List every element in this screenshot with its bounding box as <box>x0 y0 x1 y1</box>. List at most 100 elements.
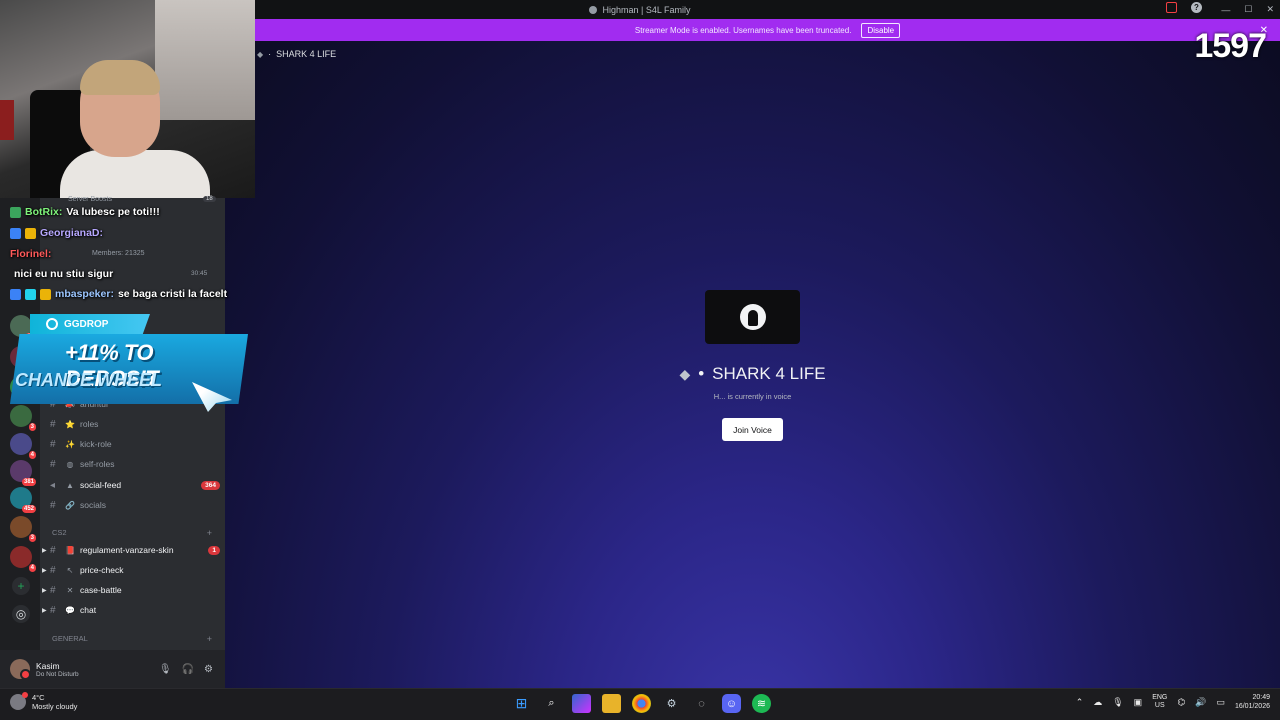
sponsor-ad-overlay: GGDROP +11% TO DEPOSIT CHANCE WHEEL <box>10 312 250 417</box>
channel-emoji: ⭐ <box>65 419 75 429</box>
headphones-icon[interactable]: 🎧 <box>182 664 194 675</box>
channel-emoji: ✕ <box>66 585 74 595</box>
channel-socials[interactable]: # 🔗 socials <box>50 497 220 513</box>
hash-icon: # <box>50 564 56 576</box>
volume-icon[interactable]: 🔊 <box>1195 697 1206 708</box>
chat-user: Florinel: <box>10 248 52 260</box>
hash-icon: # <box>50 604 56 616</box>
hash-icon: # <box>50 418 56 430</box>
language-indicator[interactable]: ENG US <box>1152 694 1167 711</box>
close-icon[interactable]: ✕ <box>1266 4 1274 15</box>
channel-label: roles <box>80 419 99 429</box>
add-channel-icon[interactable]: + <box>207 528 212 538</box>
inbox-icon[interactable] <box>1166 2 1177 13</box>
username: Kasim <box>36 660 60 671</box>
chat-message: BotRix: Va lubesc pe toti!!! <box>10 206 160 218</box>
windows-start-icon[interactable]: ⊞ <box>512 694 531 713</box>
channel-emoji: 📕 <box>65 545 75 555</box>
gear-icon[interactable]: ⚙ <box>204 664 213 675</box>
announcement-icon: ◂ <box>50 479 56 491</box>
discover-icon[interactable]: ◎ <box>12 605 30 623</box>
voice-channel-title: ◆ • SHARK 4 LIFE <box>225 364 1280 384</box>
file-explorer-icon[interactable] <box>602 694 621 713</box>
weather-widget[interactable]: 4°C Mostly cloudy <box>10 692 78 711</box>
chrome-icon[interactable] <box>632 694 651 713</box>
add-server-icon[interactable]: + <box>12 577 30 595</box>
weather-condition: Mostly cloudy <box>32 702 78 711</box>
chat-badge-icon <box>40 288 51 300</box>
copilot-icon[interactable] <box>572 694 591 713</box>
minimize-icon[interactable]: — <box>1221 5 1230 15</box>
channel-emoji: ✨ <box>65 439 75 449</box>
channel-emoji: ↖ <box>66 565 74 575</box>
channel-label: self-roles <box>80 459 115 469</box>
title-separator: • <box>698 364 705 383</box>
channel-emoji: ◍ <box>66 459 74 469</box>
chat-message: Florinel: <box>10 248 55 260</box>
category-label: CS2 <box>52 528 67 537</box>
server-icon[interactable]: 381 <box>10 460 36 486</box>
channel-price-check[interactable]: ▶ # ↖ price-check <box>42 562 220 578</box>
chat-text: nici eu nu stiu sigur <box>14 268 114 280</box>
chat-badge-icon <box>10 227 21 239</box>
category-label: GENERAL <box>52 634 88 643</box>
thread-arrow-icon: ▶ <box>42 567 47 574</box>
server-icon[interactable]: 4 <box>10 546 36 572</box>
channel-chat[interactable]: ▶ # 💬 chat <box>42 602 220 618</box>
chat-badge-icon <box>10 206 21 218</box>
chat-user: mbaspeker: <box>55 288 114 300</box>
channel-kick-role[interactable]: # ✨ kick-role <box>50 436 220 452</box>
breadcrumb: ◆ · SHARK 4 LIFE <box>257 49 336 59</box>
chat-badge-icon <box>25 288 36 300</box>
join-voice-button[interactable]: Join Voice <box>722 418 783 441</box>
server-icon[interactable]: 3 <box>10 516 36 542</box>
channel-case-battle[interactable]: ▶ # ✕ case-battle <box>42 582 220 598</box>
search-icon[interactable]: ⌕ <box>542 694 561 713</box>
thread-arrow-icon: ▶ <box>42 587 47 594</box>
stream-counter: 1597 <box>1194 27 1267 65</box>
channel-self-roles[interactable]: # ◍ self-roles <box>50 456 220 472</box>
faceit-icon[interactable]: ◌ <box>692 694 711 713</box>
steam-icon[interactable]: ⚙ <box>662 694 681 713</box>
category-general[interactable]: GENERAL + <box>52 634 212 644</box>
disable-streamer-mode-button[interactable]: Disable <box>861 22 901 38</box>
channel-label: price-check <box>80 565 124 575</box>
server-icon[interactable]: 4 <box>10 433 36 459</box>
help-icon[interactable]: ? <box>1191 2 1202 13</box>
chat-message: nici eu nu stiu sigur <box>10 268 113 280</box>
category-cs2[interactable]: CS2 + <box>52 528 212 538</box>
microphone-icon[interactable]: 🎙 <box>1112 697 1123 708</box>
chat-badge-icon <box>25 227 36 239</box>
channel-label: regulament-vanzare-skin <box>80 545 174 555</box>
hash-icon: # <box>50 438 56 450</box>
channel-emoji: 💬 <box>65 605 75 615</box>
nvidia-icon[interactable]: ▣ <box>1134 697 1143 708</box>
avatar[interactable] <box>10 659 31 680</box>
add-channel-icon[interactable]: + <box>207 634 212 644</box>
hash-icon: # <box>50 544 56 556</box>
network-icon[interactable]: ⌬ <box>1177 697 1185 708</box>
onedrive-icon[interactable]: ☁ <box>1093 697 1102 708</box>
battery-icon[interactable]: ▭ <box>1216 697 1225 708</box>
main-content: ◆ · SHARK 4 LIFE 1597 ◆ • SHARK 4 LIFE H… <box>225 27 1280 688</box>
chevron-up-icon[interactable]: ⌃ <box>1076 697 1084 708</box>
window-title: Highman | S4L Family <box>602 4 691 15</box>
system-tray: ⌃ ☁ 🎙 ▣ ENG US ⌬ 🔊 ▭ 20:49 16/01/2026 <box>1076 693 1270 711</box>
unread-badge: 1 <box>208 545 220 555</box>
shark-icon: ◆ <box>679 365 691 382</box>
spotify-icon[interactable]: ≋ <box>752 694 771 713</box>
server-badge: 381 <box>21 478 36 486</box>
ad-brand: GGDROP <box>30 314 150 334</box>
microphone-icon[interactable]: 🎙 <box>159 664 172 675</box>
server-icon[interactable]: 452 <box>10 487 36 513</box>
channel-label: kick-role <box>80 439 112 449</box>
clock[interactable]: 20:49 16/01/2026 <box>1235 693 1270 711</box>
maximize-icon[interactable]: ☐ <box>1244 4 1252 15</box>
discord-icon[interactable]: ☺ <box>722 694 741 713</box>
channel-social-feed[interactable]: ◂ ▲ social-feed 364 <box>50 477 220 493</box>
clock-date: 16/01/2026 <box>1234 703 1270 711</box>
channel-roles[interactable]: # ⭐ roles <box>50 416 220 432</box>
stream-chat-overlay: BotRix: Va lubesc pe toti!!! GeorgianaD:… <box>0 198 270 308</box>
user-status: Do Not Disturb <box>36 670 79 678</box>
channel-regulament-vanzare-skin[interactable]: ▶ # 📕 regulament-vanzare-skin 1 <box>42 542 220 558</box>
